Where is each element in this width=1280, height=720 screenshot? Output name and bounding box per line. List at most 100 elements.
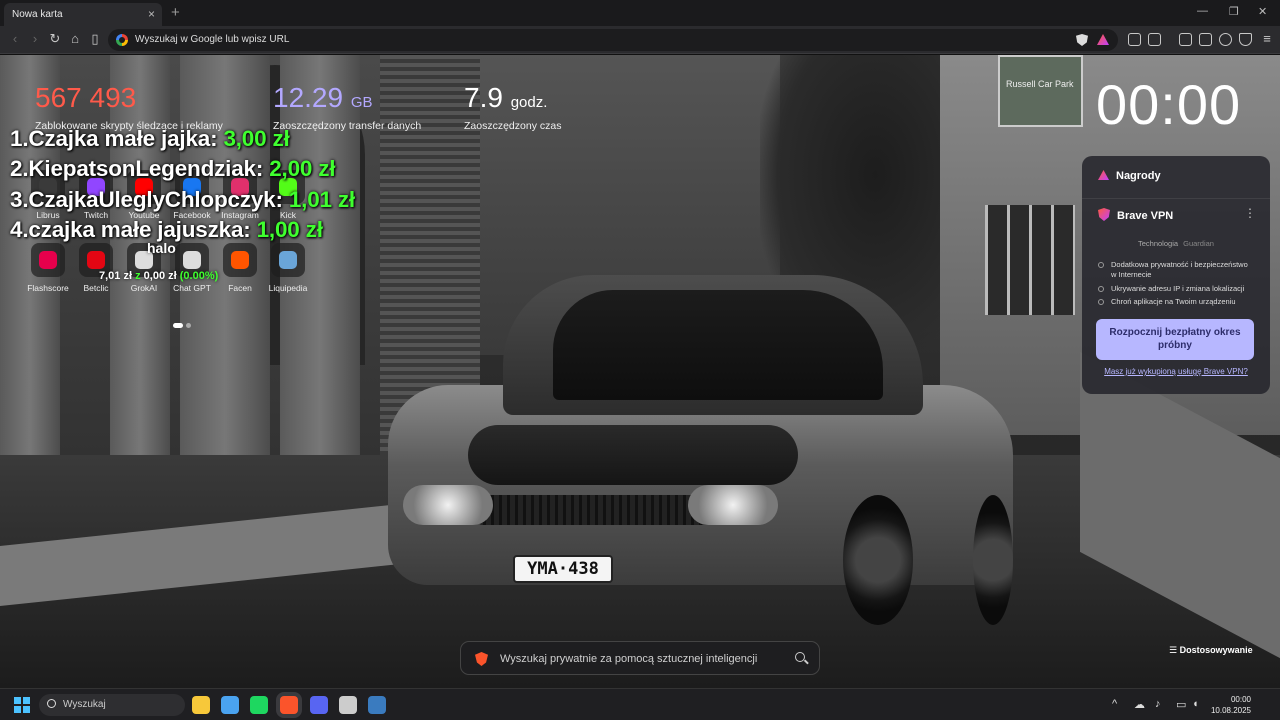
brave-rewards-icon[interactable] — [1097, 34, 1109, 45]
sidebar-icon[interactable] — [1179, 33, 1192, 46]
obs-icon[interactable] — [339, 696, 357, 714]
donation-current: 7,01 zł — [99, 270, 133, 282]
donation-greeting: halo — [147, 240, 176, 256]
maximize-button[interactable]: ❐ — [1229, 5, 1239, 18]
site-glyph — [231, 251, 249, 269]
donation-target: 0,00 zł — [143, 270, 177, 282]
leo-ai-icon[interactable] — [1219, 33, 1232, 46]
home-icon[interactable]: ⌂ — [67, 31, 83, 47]
vpn-feature-text: Ukrywanie adresu IP i zmiana lokalizacji — [1111, 284, 1245, 293]
ranking-amount: 1,00 zł — [256, 217, 323, 242]
brave-shields-icon[interactable] — [1076, 34, 1088, 46]
tab-close-icon[interactable]: × — [148, 7, 155, 21]
ranking-amount: 2,00 zł — [269, 156, 336, 181]
brave-icon[interactable] — [280, 696, 298, 714]
search-icon — [47, 699, 56, 708]
discord-icon[interactable] — [310, 696, 328, 714]
back-icon[interactable]: ‹ — [7, 31, 23, 47]
top-site-label: GrokAI — [130, 283, 158, 293]
top-site-tile[interactable]: Liquipedia — [263, 243, 313, 293]
cloud-icon[interactable]: ☁ — [1134, 698, 1145, 711]
donation-percent: (0.00%) — [179, 270, 219, 282]
vpn-title-label: Brave VPN — [1117, 210, 1174, 222]
top-site-tile[interactable]: Facen — [215, 243, 265, 293]
ranking-item: 2.KiepatsonLegendziak: 2,00 zł — [10, 156, 336, 182]
ranking-name: 4.czajka małe jajuszka: — [10, 217, 257, 242]
ranking-name: 3.CzajkaUleglyChlopczyk: — [10, 187, 289, 212]
ranking-name: 1.Czajka małe jajka: — [10, 126, 224, 151]
top-site-label: Flashscore — [27, 283, 69, 293]
check-icon — [1098, 262, 1104, 268]
taskbar-search-label: Wyszukaj — [63, 699, 106, 710]
top-site-tile[interactable]: Flashscore — [23, 243, 73, 293]
microphone-icon[interactable]: ♪ — [1155, 698, 1161, 710]
top-site-label: Liquipedia — [268, 283, 308, 293]
car-windshield — [553, 290, 883, 400]
reload-icon[interactable]: ↻ — [47, 31, 63, 47]
ai-search-input[interactable]: Wyszukaj prywatnie za pomocą sztucznej i… — [500, 653, 757, 665]
tab-new-tab[interactable]: Nowa karta × — [4, 3, 162, 26]
vpn-feature: Chroń aplikacje na Twoim urządzeniu — [1098, 297, 1236, 307]
stat-unit: godz. — [510, 94, 548, 111]
stat-unit: GB — [350, 94, 373, 111]
taskbar-search[interactable]: Wyszukaj — [39, 694, 185, 716]
car-headlight — [688, 485, 778, 525]
brave-lion-icon — [475, 652, 488, 666]
address-input[interactable]: Wyszukaj w Google lub wpisz URL — [135, 34, 289, 45]
extensions-icon[interactable] — [1128, 33, 1141, 46]
chevron-up-icon[interactable]: ^ — [1112, 698, 1117, 710]
top-site-tile[interactable]: Betclic — [71, 243, 121, 293]
top-sites-pagination — [173, 315, 194, 333]
bookmark-icon[interactable]: ▯ — [87, 31, 103, 47]
top-site-label: Betclic — [83, 283, 109, 293]
menu-icon[interactable]: ≡ — [1259, 31, 1275, 47]
browser-toolbar: ‹ › ↻ ⌂ ▯ Wyszukaj w Google lub wpisz UR… — [0, 26, 1280, 54]
address-bar[interactable]: Wyszukaj w Google lub wpisz URL — [108, 29, 1118, 51]
wallet-icon[interactable] — [1199, 33, 1212, 46]
screenshot-icon[interactable] — [1148, 33, 1161, 46]
rewards-header[interactable]: Nagrody — [1098, 170, 1161, 182]
taskbar-clock[interactable]: 00:00 10.08.2025 — [1205, 694, 1251, 716]
steam-icon[interactable] — [368, 696, 386, 714]
customize-label: Dostosowywanie — [1179, 645, 1253, 655]
rewards-label: Nagrody — [1116, 170, 1161, 182]
vpn-shield-icon — [1098, 208, 1110, 221]
forward-icon[interactable]: › — [27, 31, 43, 47]
customize-button[interactable]: ☰ Dostosowywanie — [1169, 645, 1253, 656]
page-dot[interactable] — [186, 323, 191, 328]
stat-value: 567 493 — [35, 82, 137, 113]
stat-bandwidth-value: 12.29 GB — [273, 82, 373, 114]
vpn-feature-text: Chroń aplikacje na Twoim urządzeniu — [1111, 297, 1236, 306]
car-headlight — [403, 485, 493, 525]
already-purchased-link[interactable]: Masz już wykupioną usługę Brave VPN? — [1082, 367, 1270, 376]
windows-taskbar: Wyszukaj ^ ☁ ♪ ▭ ◖ 00:00 10.08.2025 — [0, 688, 1280, 720]
search-icon[interactable] — [795, 652, 805, 662]
tab-strip: Nowa karta × + — ❐ ✕ — [0, 0, 1280, 26]
ai-search-box[interactable]: Wyszukaj prywatnie za pomocą sztucznej i… — [460, 641, 820, 675]
divider — [1082, 198, 1270, 199]
minimize-button[interactable]: — — [1197, 5, 1208, 17]
top-site-label: Chat GPT — [173, 283, 211, 293]
vpn-shield-icon[interactable] — [1239, 33, 1252, 46]
site-glyph — [39, 251, 57, 269]
page-dot-active[interactable] — [173, 323, 183, 328]
close-window-button[interactable]: ✕ — [1258, 5, 1267, 18]
ranking-item: 1.Czajka małe jajka: 3,00 zł — [10, 126, 290, 152]
site-glyph — [279, 251, 297, 269]
vpn-panel: Nagrody Brave VPN ⋮ Technologia Guardian… — [1082, 156, 1270, 394]
spotify-icon[interactable] — [250, 696, 268, 714]
liquipedia-icon — [271, 243, 305, 277]
car-body — [388, 385, 1013, 585]
microsoft-store-icon[interactable] — [221, 696, 239, 714]
new-tab-button[interactable]: + — [171, 4, 180, 21]
vpn-feature: Dodatkowa prywatność i bezpieczeństwo w … — [1098, 260, 1258, 280]
vpn-title: Brave VPN — [1098, 208, 1173, 222]
vpn-feature-text: Dodatkowa prywatność i bezpieczeństwo w … — [1111, 260, 1248, 279]
network-icon[interactable]: ▭ — [1176, 698, 1186, 711]
faceit-icon — [223, 243, 257, 277]
volume-icon[interactable]: ◖ — [1192, 698, 1199, 710]
file-explorer-icon[interactable] — [192, 696, 210, 714]
start-trial-button[interactable]: Rozpocznij bezpłatny okres próbny — [1096, 319, 1254, 360]
vpn-more-icon[interactable]: ⋮ — [1244, 206, 1256, 220]
windows-start-icon[interactable] — [14, 697, 30, 713]
